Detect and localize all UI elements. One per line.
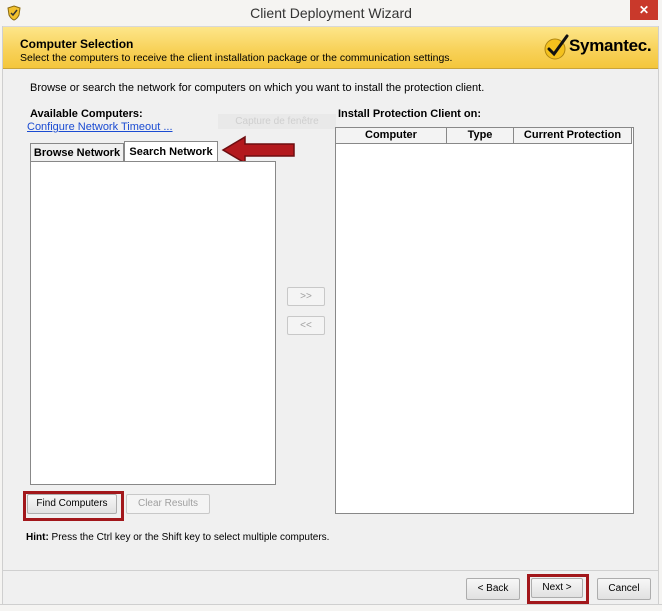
page-title: Computer Selection (20, 37, 134, 51)
symantec-check-icon (544, 34, 569, 60)
hint-prefix: Hint: (26, 532, 49, 543)
symantec-logo: Symantec. (569, 36, 652, 55)
page-subtitle: Select the computers to receive the clie… (20, 52, 453, 64)
hint-text: Hint: Press the Ctrl key or the Shift ke… (26, 532, 329, 543)
window-border-right (658, 26, 662, 610)
install-computers-table[interactable] (335, 127, 634, 514)
tab-browse-network[interactable]: Browse Network (30, 143, 124, 163)
install-client-label: Install Protection Client on: (338, 108, 482, 120)
add-to-install-button[interactable]: >> (287, 287, 325, 306)
hint-message: Press the Ctrl key or the Shift key to s… (48, 532, 330, 543)
footer-divider (3, 570, 658, 571)
window-capture-overlay: Capture de fenêtre (218, 114, 336, 129)
instruction-text: Browse or search the network for compute… (30, 82, 485, 94)
find-computers-button[interactable]: Find Computers (27, 494, 117, 514)
cancel-button[interactable]: Cancel (597, 578, 651, 600)
next-button[interactable]: Next > (531, 578, 583, 598)
tab-search-network[interactable]: Search Network (124, 141, 218, 163)
column-header-computer[interactable]: Computer (336, 128, 447, 144)
window-title: Client Deployment Wizard (250, 5, 412, 21)
available-computers-label: Available Computers: (30, 108, 143, 120)
close-button[interactable]: ✕ (630, 0, 658, 20)
configure-timeout-link[interactable]: Configure Network Timeout ... (27, 121, 173, 133)
column-header-current-protection[interactable]: Current Protection (514, 128, 632, 144)
clear-results-button[interactable]: Clear Results (126, 494, 210, 514)
back-button[interactable]: < Back (466, 578, 520, 600)
remove-from-install-button[interactable]: << (287, 316, 325, 335)
window-border-left (0, 26, 3, 610)
search-results-list[interactable] (30, 161, 276, 485)
column-header-type[interactable]: Type (447, 128, 514, 144)
